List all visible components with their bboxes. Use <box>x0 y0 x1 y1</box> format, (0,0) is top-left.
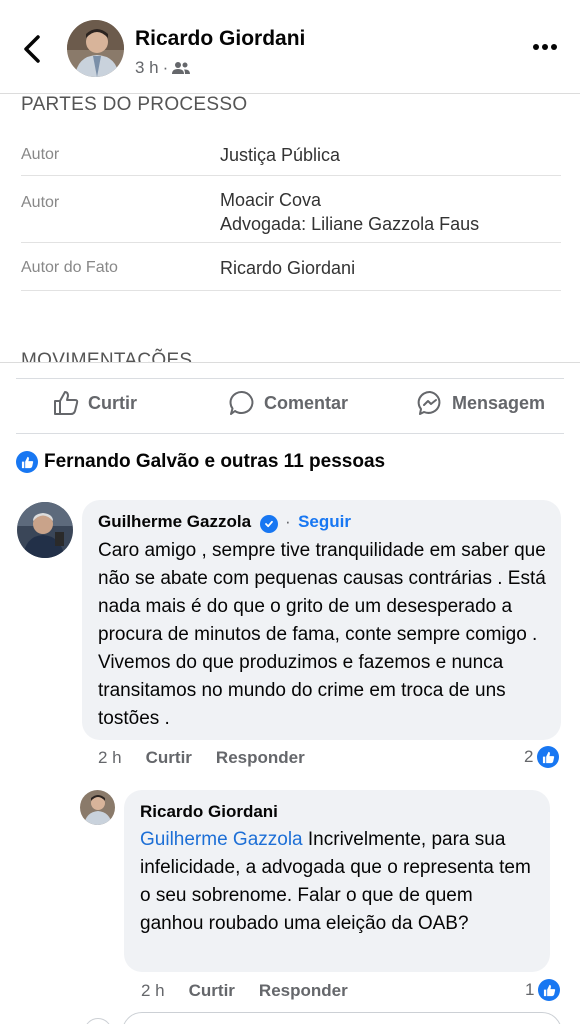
document-row: Autor Moacir Cova Advogada: Liliane Gazz… <box>21 176 561 243</box>
reply-time[interactable]: 2 h <box>141 981 165 1001</box>
commenter-avatar[interactable] <box>17 502 73 558</box>
commenter-name[interactable]: Guilherme Gazzola <box>98 512 251 531</box>
author-avatar[interactable] <box>67 20 124 77</box>
replier-name[interactable]: Ricardo Giordani <box>140 802 278 822</box>
post-time[interactable]: 3 h <box>135 58 159 78</box>
comment-like-button[interactable]: Curtir <box>146 748 192 768</box>
document-row: Autor do Fato Ricardo Giordani <box>21 243 561 291</box>
like-icon <box>537 746 560 768</box>
document-row-value: Justiça Pública <box>220 145 341 165</box>
like-button[interactable]: Curtir <box>52 389 137 417</box>
reply-meta: 2 h Curtir Responder <box>141 981 348 1001</box>
follow-button[interactable]: Seguir <box>298 512 351 531</box>
reply-like-count-value: 1 <box>525 980 535 999</box>
divider <box>0 362 580 363</box>
reactions-summary[interactable]: Fernando Galvão e outras 11 pessoas <box>16 451 385 473</box>
post-meta: 3 h · <box>135 58 191 78</box>
like-icon <box>538 979 561 1001</box>
reply-text-block: Guilherme Gazzola Incrivelmente, para su… <box>140 826 540 938</box>
like-icon <box>16 451 38 473</box>
reply-like-count[interactable]: 1 <box>525 979 561 1001</box>
document-row-value-lawyer: Advogada: Liliane Gazzola Faus <box>220 214 480 234</box>
post-action-bar: Curtir Comentar Mensagem <box>16 378 564 434</box>
post-header: Ricardo Giordani 3 h · <box>0 0 580 94</box>
message-button[interactable]: Mensagem <box>416 389 545 417</box>
document-row: Autor Justiça Pública <box>21 138 561 176</box>
document-row-label: Autor <box>21 146 60 163</box>
reply-bubble: Ricardo Giordani Guilherme Gazzola Incri… <box>124 790 550 972</box>
comment-like-count[interactable]: 2 <box>524 746 560 768</box>
back-arrow-icon[interactable] <box>18 32 48 66</box>
meta-separator: · <box>162 58 169 77</box>
document-row-label: Autor do Fato <box>21 259 118 276</box>
follow-separator: · <box>284 512 291 531</box>
reactions-text: Fernando Galvão e outras 11 pessoas <box>44 451 386 472</box>
document-row-label: Autor <box>21 194 60 211</box>
like-button-label: Curtir <box>88 392 137 413</box>
comment-button-label: Comentar <box>264 392 349 413</box>
comment-text: Caro amigo , sempre tive tranquilidade e… <box>98 540 546 729</box>
reply-like-button[interactable]: Curtir <box>189 981 235 1001</box>
document-next-section-title: MOVIMENTAÇÕES <box>21 350 193 362</box>
comment-header: Guilherme Gazzola · Seguir <box>98 512 351 533</box>
thumbs-up-icon <box>54 391 79 415</box>
comment-bubble: Guilherme Gazzola · Seguir Caro amigo , … <box>82 500 561 740</box>
replier-avatar[interactable] <box>80 790 115 825</box>
comment-reply-button[interactable]: Responder <box>216 748 305 768</box>
comment-meta: 2 h Curtir Responder <box>98 748 305 768</box>
comment-button[interactable]: Comentar <box>228 389 348 417</box>
more-options-icon[interactable] <box>530 40 560 54</box>
friends-icon <box>172 62 191 74</box>
document-section-title: PARTES DO PROCESSO <box>21 94 248 115</box>
reply-input[interactable] <box>122 1012 562 1024</box>
current-user-avatar <box>84 1018 112 1024</box>
document-row-value: Moacir Cova <box>220 190 322 210</box>
messenger-icon <box>417 390 441 415</box>
document-row-value: Ricardo Giordani <box>220 258 356 278</box>
verified-badge-icon <box>259 515 278 533</box>
mention-link[interactable]: Guilherme Gazzola <box>140 829 303 850</box>
shared-document-image[interactable]: PARTES DO PROCESSO Autor Justiça Pública… <box>0 94 580 362</box>
message-button-label: Mensagem <box>452 392 546 413</box>
author-name[interactable]: Ricardo Giordani <box>135 27 305 51</box>
comment-time[interactable]: 2 h <box>98 748 122 768</box>
comment-like-count-value: 2 <box>524 747 534 766</box>
comment-icon <box>229 390 254 415</box>
reply-reply-button[interactable]: Responder <box>259 981 348 1001</box>
